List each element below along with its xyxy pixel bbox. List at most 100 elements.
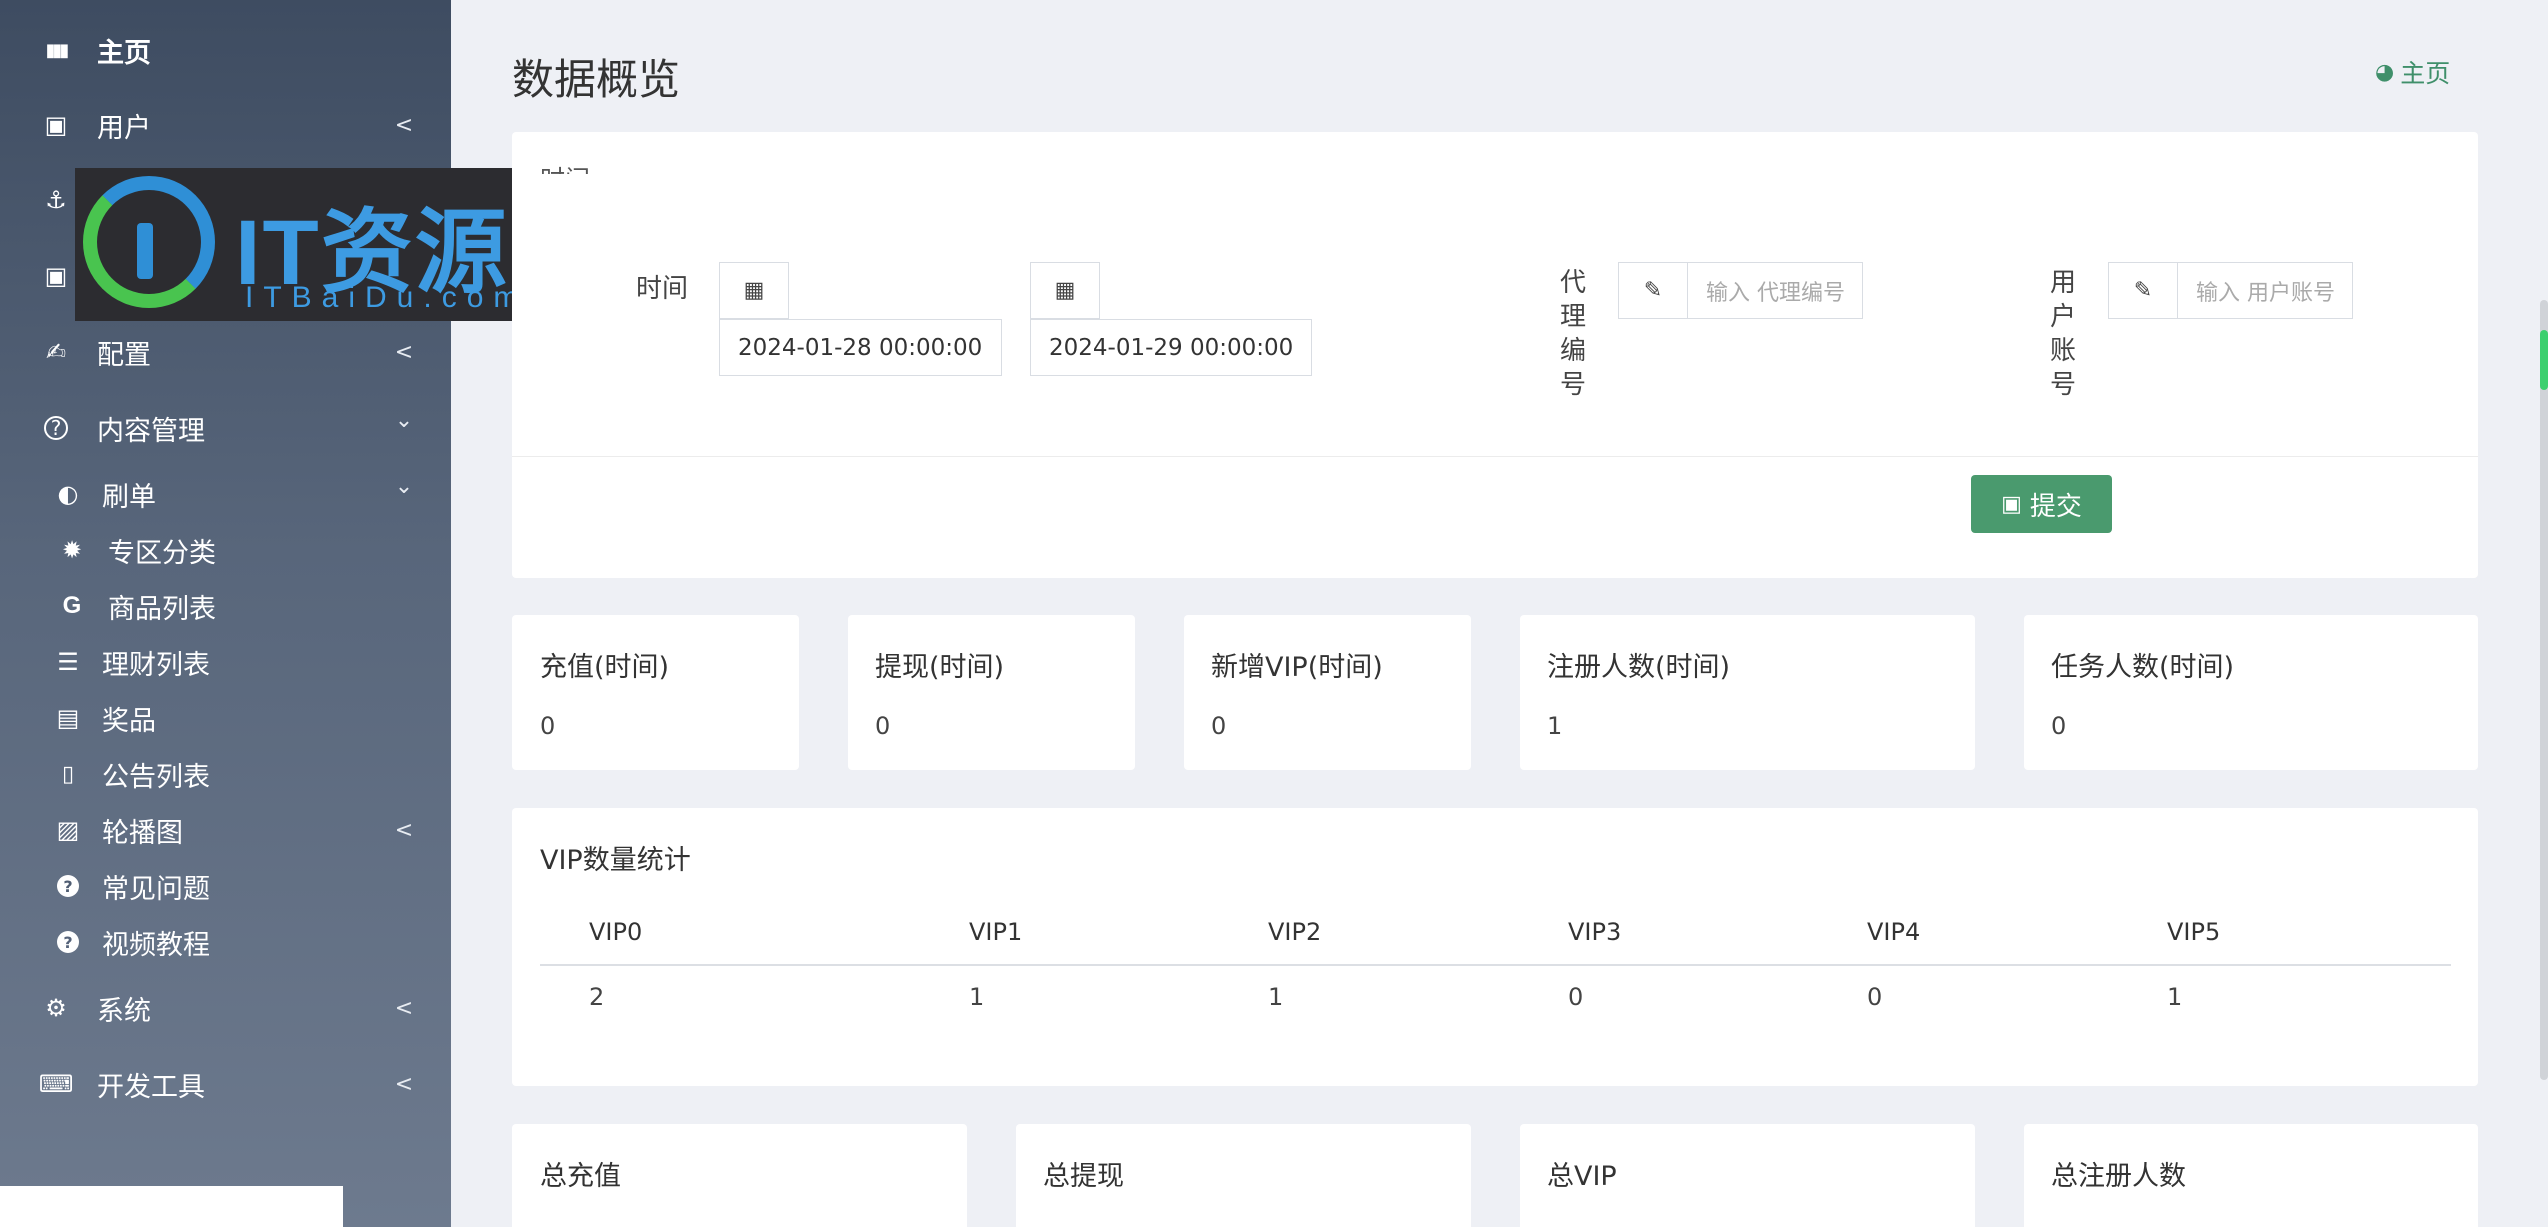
- agent-id-label: 代 理 编 号: [1559, 268, 1586, 400]
- sidebar-item-config[interactable]: ✍ 配置 <: [0, 322, 451, 382]
- sidebar-footer: [0, 1186, 343, 1227]
- page-scrollbar[interactable]: [2540, 300, 2548, 1080]
- stat-value: 1: [1547, 712, 1563, 740]
- sidebar-item-dev-tools[interactable]: ⌨ 开发工具 <: [0, 1054, 451, 1114]
- filter-divider: [512, 456, 2478, 457]
- sidebar-item-label: 轮播图: [102, 817, 183, 849]
- sidebar-item-label: 配置: [97, 339, 151, 371]
- sidebar-item-label: 商品列表: [108, 593, 216, 625]
- submit-label: 提交: [2029, 490, 2082, 521]
- vip-stats-title: VIP数量统计: [540, 845, 691, 876]
- stat-card-task-users: [2024, 615, 2478, 770]
- stat-card-new-vip: [1184, 615, 1471, 770]
- sidebar-item-label: 刷单: [102, 481, 156, 513]
- table-cell: 2: [589, 983, 605, 1011]
- sidebar-item-label: 系统: [97, 995, 151, 1027]
- sidebar-item-label: 主页: [97, 37, 151, 69]
- stat-value: 0: [540, 712, 556, 740]
- list-indent-icon: ☰: [57, 648, 79, 676]
- keyboard-icon: ⌨: [38, 1070, 74, 1098]
- calendar-icon: ▦: [1054, 278, 1076, 303]
- sidebar-item-users[interactable]: ▣ 用户 <: [0, 95, 451, 155]
- sidebar-item-home[interactable]: ▮▮▮ 主页: [0, 20, 451, 80]
- breadcrumb-label: 主页: [2400, 59, 2451, 88]
- table-cell: 1: [2167, 983, 2183, 1011]
- watermark-subtitle: ITBaiDu.com: [245, 281, 529, 314]
- agent-id-field[interactable]: 输入 代理编号: [1687, 262, 1863, 319]
- table-header: VIP4: [1867, 918, 1921, 946]
- table-header: VIP0: [589, 918, 643, 946]
- table-header-divider: [540, 964, 2451, 966]
- stat-title: 新增VIP(时间): [1211, 652, 1383, 683]
- chevron-left-icon: <: [394, 1071, 414, 1097]
- start-date-input[interactable]: 2024-01-28 00:00:00: [719, 319, 1002, 376]
- stat-title: 任务人数(时间): [2051, 652, 2235, 683]
- stat-card-recharge: [512, 615, 799, 770]
- chevron-down-icon: ⌄: [394, 408, 414, 433]
- sidebar-item-label: 视频教程: [102, 929, 210, 961]
- sidebar-item-label: 常见问题: [102, 873, 210, 905]
- stat-card-registrations: [1520, 615, 1975, 770]
- sidebar-item-label: 内容管理: [97, 415, 205, 447]
- stat-title: 注册人数(时间): [1547, 652, 1731, 683]
- sidebar-item-label: 开发工具: [97, 1071, 205, 1103]
- sidebar-item-product-list[interactable]: G 商品列表: [0, 576, 451, 636]
- total-title: 总VIP: [1547, 1161, 1617, 1192]
- filter-legend: 时间: [540, 160, 590, 174]
- submit-button[interactable]: ▣ 提交: [1971, 475, 2112, 533]
- sidebar-item-video-tutorial[interactable]: ? 视频教程: [0, 912, 451, 972]
- breadcrumb-home-link[interactable]: ◕ 主页: [2375, 54, 2450, 90]
- user-account-label: 用 户 账 号: [2049, 268, 2076, 400]
- table-header: VIP2: [1268, 918, 1322, 946]
- gear-icon: ⚙: [45, 994, 67, 1022]
- chevron-left-icon: <: [394, 995, 414, 1021]
- table-cell: 0: [1867, 983, 1883, 1011]
- money-bill-icon: ▤: [56, 704, 80, 732]
- question-icon: ?: [57, 931, 79, 953]
- page-title: 数据概览: [512, 55, 681, 104]
- stat-value: 0: [2051, 712, 2067, 740]
- start-date-picker-button[interactable]: ▦: [719, 262, 789, 319]
- pencil-icon: ✎: [1643, 278, 1663, 303]
- total-title: 总提现: [1043, 1161, 1124, 1192]
- sidebar-item-label: 理财列表: [102, 649, 210, 681]
- dashboard-icon: ◕: [2375, 59, 2395, 85]
- gear-burst-icon: ✹: [61, 536, 83, 564]
- chevron-down-icon: ⌄: [394, 474, 414, 499]
- anchor-icon: ⚓: [45, 186, 67, 214]
- sidebar-item-prizes[interactable]: ▤ 奖品: [0, 688, 451, 748]
- sidebar-item-label: 奖品: [102, 705, 156, 737]
- scrollbar-thumb[interactable]: [2540, 330, 2548, 390]
- chevron-left-icon: <: [394, 112, 414, 138]
- stat-value: 0: [875, 712, 891, 740]
- signing-hand-icon: ✍: [45, 338, 67, 366]
- sidebar-item-system[interactable]: ⚙ 系统 <: [0, 978, 451, 1038]
- sidebar-item-finance-list[interactable]: ☰ 理财列表: [0, 632, 451, 692]
- end-date-picker-button[interactable]: ▦: [1030, 262, 1100, 319]
- end-date-input[interactable]: 2024-01-29 00:00:00: [1030, 319, 1312, 376]
- user-account-edit-button[interactable]: ✎: [2108, 262, 2178, 319]
- chevron-left-icon: <: [394, 339, 414, 365]
- table-header: VIP1: [969, 918, 1023, 946]
- sidebar-item-content[interactable]: ? 内容管理 ⌄: [0, 398, 451, 458]
- half-circle-icon: ◐: [57, 480, 79, 508]
- sidebar-item-faq[interactable]: ? 常见问题: [0, 856, 451, 916]
- question-icon: ?: [57, 875, 79, 897]
- stat-title: 提现(时间): [875, 652, 1005, 683]
- save-icon: ▣: [2001, 491, 2022, 516]
- pencil-icon: ✎: [2133, 278, 2153, 303]
- sidebar-item-brushing[interactable]: ◐ 刷单 ⌄: [0, 464, 451, 524]
- sidebar-item-announcements[interactable]: ▯ 公告列表: [0, 744, 451, 804]
- vip-stats-card: [512, 808, 2478, 1086]
- user-account-field[interactable]: 输入 用户账号: [2177, 262, 2353, 319]
- calendar-icon: ▦: [743, 278, 765, 303]
- total-title: 总充值: [540, 1161, 621, 1192]
- sidebar-item-carousel[interactable]: ▨ 轮播图 <: [0, 800, 451, 860]
- chevron-left-icon: <: [394, 817, 414, 843]
- sidebar-item-label: 公告列表: [102, 761, 210, 793]
- table-cell: 0: [1568, 983, 1584, 1011]
- agent-id-edit-button[interactable]: ✎: [1618, 262, 1688, 319]
- sidebar-item-zone-category[interactable]: ✹ 专区分类: [0, 520, 451, 580]
- table-header: VIP3: [1568, 918, 1622, 946]
- bar-chart-icon: ▮▮▮: [45, 39, 70, 61]
